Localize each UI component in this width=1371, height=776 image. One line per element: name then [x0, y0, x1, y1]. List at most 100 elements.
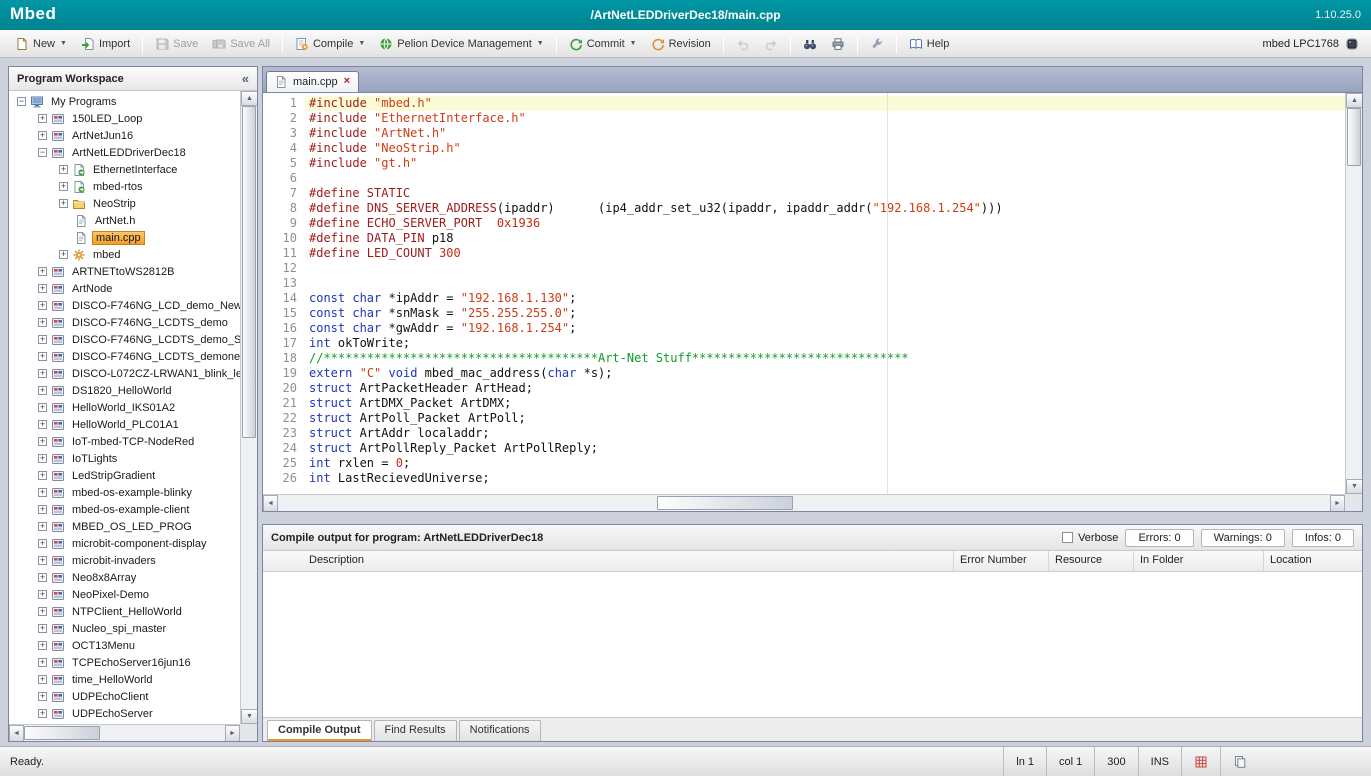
editor-tab-main-cpp[interactable]: main.cpp ×	[266, 71, 359, 92]
tab-find-results[interactable]: Find Results	[374, 720, 457, 741]
tree-item-ntpclient-helloworld[interactable]: +NTPClient_HelloWorld	[9, 603, 240, 620]
tree-toggle-expand-icon[interactable]: +	[59, 250, 68, 259]
help-button[interactable]: Help	[902, 33, 957, 55]
tree-toggle-expand-icon[interactable]: +	[38, 267, 47, 276]
find-button[interactable]	[796, 33, 824, 55]
tree-hscroll-track[interactable]	[24, 725, 225, 741]
compile-button[interactable]: Compile▼	[288, 33, 372, 55]
editor-vscroll-thumb[interactable]	[1347, 108, 1361, 166]
tree-item-oct13menu[interactable]: +OCT13Menu	[9, 637, 240, 654]
editor-vscroll-track[interactable]	[1346, 108, 1362, 479]
tree-toggle-expand-icon[interactable]: +	[38, 454, 47, 463]
tree-toggle-expand-icon[interactable]: +	[38, 709, 47, 718]
tree-item-helloworld-plc01a1[interactable]: +HelloWorld_PLC01A1	[9, 416, 240, 433]
tree-item-helloworld-iks01a2[interactable]: +HelloWorld_IKS01A2	[9, 399, 240, 416]
tree-toggle-expand-icon[interactable]: +	[38, 386, 47, 395]
tree-hscrollbar[interactable]: ◄ ►	[9, 724, 240, 741]
tree-toggle-expand-icon[interactable]: +	[38, 539, 47, 548]
tree-toggle-collapse-icon[interactable]: −	[38, 148, 47, 157]
tree-item-ledstripgradient[interactable]: +LedStripGradient	[9, 467, 240, 484]
tree-toggle-expand-icon[interactable]: +	[38, 335, 47, 344]
import-button[interactable]: Import	[74, 33, 137, 55]
tree-toggle-expand-icon[interactable]: +	[38, 624, 47, 633]
tree-item-neopixel-demo[interactable]: +NeoPixel-Demo	[9, 586, 240, 603]
format-button[interactable]	[863, 33, 891, 55]
tree-toggle-expand-icon[interactable]: +	[38, 131, 47, 140]
tree-toggle-expand-icon[interactable]: +	[38, 556, 47, 565]
tree-item-iot-mbed-tcp-nodered[interactable]: +IoT-mbed-TCP-NodeRed	[9, 433, 240, 450]
tree-toggle-expand-icon[interactable]: +	[38, 301, 47, 310]
tree-toggle-expand-icon[interactable]: +	[38, 573, 47, 582]
tree-item-disco-f746ng-lcdts-demo[interactable]: +DISCO-F746NG_LCDTS_demo	[9, 314, 240, 331]
tree-toggle-expand-icon[interactable]: +	[38, 403, 47, 412]
tree-hscroll-thumb[interactable]	[24, 726, 100, 740]
tree-item-microbit-invaders[interactable]: +microbit-invaders	[9, 552, 240, 569]
scroll-left-icon[interactable]: ◄	[263, 495, 278, 512]
scroll-right-icon[interactable]: ►	[225, 725, 240, 741]
tree-toggle-expand-icon[interactable]: +	[59, 182, 68, 191]
tree-toggle-expand-icon[interactable]: +	[38, 284, 47, 293]
tree-toggle-expand-icon[interactable]: +	[38, 607, 47, 616]
tree-item-mbed-os-led-prog[interactable]: +MBED_OS_LED_PROG	[9, 518, 240, 535]
tree-item-artnetleddriverdec18[interactable]: −ArtNetLEDDriverDec18	[9, 144, 240, 161]
tree-toggle-expand-icon[interactable]: +	[59, 165, 68, 174]
counter-infos-button[interactable]: Infos: 0	[1292, 529, 1354, 547]
tree-toggle-expand-icon[interactable]: +	[38, 522, 47, 531]
statusbar-doc-state[interactable]	[1220, 747, 1259, 776]
tree-item-ds1820-helloworld[interactable]: +DS1820_HelloWorld	[9, 382, 240, 399]
print-button[interactable]	[824, 33, 852, 55]
tree-item-artnettows2812b[interactable]: +ARTNETtoWS2812B	[9, 263, 240, 280]
tree-item-neo8x8array[interactable]: +Neo8x8Array	[9, 569, 240, 586]
scroll-up-icon[interactable]: ▲	[1346, 93, 1363, 108]
tree-vscrollbar[interactable]: ▲ ▼	[240, 91, 257, 724]
tree-item-150led-loop[interactable]: +150LED_Loop	[9, 110, 240, 127]
tree-toggle-expand-icon[interactable]: +	[59, 199, 68, 208]
tree-item-mbed-rtos[interactable]: +mbed-rtos	[9, 178, 240, 195]
tree-item-udpechoserver[interactable]: +UDPEchoServer	[9, 705, 240, 722]
counter-warnings-button[interactable]: Warnings: 0	[1201, 529, 1285, 547]
editor-vscrollbar[interactable]: ▲ ▼	[1345, 93, 1362, 494]
scroll-left-icon[interactable]: ◄	[9, 725, 24, 741]
pelion-button[interactable]: Pelion Device Management▼	[372, 33, 550, 55]
commit-button[interactable]: Commit▼	[562, 33, 644, 55]
tree-item-neostrip[interactable]: +NeoStrip	[9, 195, 240, 212]
tree-toggle-expand-icon[interactable]: +	[38, 590, 47, 599]
tree-item-udpechoclient[interactable]: +UDPEchoClient	[9, 688, 240, 705]
tree-toggle-expand-icon[interactable]: +	[38, 352, 47, 361]
tab-notifications[interactable]: Notifications	[459, 720, 541, 741]
editor-hscroll-thumb[interactable]	[657, 496, 794, 510]
tree-item-microbit-component-display[interactable]: +microbit-component-display	[9, 535, 240, 552]
tree-toggle-expand-icon[interactable]: +	[38, 675, 47, 684]
tree-item-nucleo-spi-master[interactable]: +Nucleo_spi_master	[9, 620, 240, 637]
editor-hscroll-track[interactable]	[278, 495, 1330, 511]
tree-toggle-expand-icon[interactable]: +	[38, 437, 47, 446]
counter-errors-button[interactable]: Errors: 0	[1125, 529, 1193, 547]
tree-vscroll-thumb[interactable]	[242, 106, 256, 438]
new-button[interactable]: New▼	[8, 33, 74, 55]
tab-compile-output[interactable]: Compile Output	[267, 720, 372, 741]
tree-toggle-expand-icon[interactable]: +	[38, 114, 47, 123]
tree-item-artnet-h[interactable]: ArtNet.h	[9, 212, 240, 229]
tree-item-artnode[interactable]: +ArtNode	[9, 280, 240, 297]
statusbar-selection-mode[interactable]	[1181, 747, 1220, 776]
tree-toggle-expand-icon[interactable]: +	[38, 369, 47, 378]
tree-item-mbed-os-example-client[interactable]: +mbed-os-example-client	[9, 501, 240, 518]
tree-toggle-expand-icon[interactable]: +	[38, 692, 47, 701]
tree-vscroll-track[interactable]	[241, 106, 257, 709]
editor-hscrollbar[interactable]: ◄ ►	[263, 494, 1345, 511]
scroll-up-icon[interactable]: ▲	[241, 91, 257, 106]
tree-toggle-expand-icon[interactable]: +	[38, 658, 47, 667]
tree-item-mbed-os-example-blinky[interactable]: +mbed-os-example-blinky	[9, 484, 240, 501]
tree-item-main-cpp[interactable]: main.cpp	[9, 229, 240, 246]
revision-button[interactable]: Revision	[644, 33, 718, 55]
tree-item-disco-f746ng-lcdts-demo-sep[interactable]: +DISCO-F746NG_LCDTS_demo_Sep	[9, 331, 240, 348]
close-tab-icon[interactable]: ×	[343, 76, 351, 87]
tree-toggle-expand-icon[interactable]: +	[38, 505, 47, 514]
tree-item-tcpechoserver16jun16[interactable]: +TCPEchoServer16jun16	[9, 654, 240, 671]
tree-item-time-helloworld[interactable]: +time_HelloWorld	[9, 671, 240, 688]
tree-item-mbed[interactable]: +mbed	[9, 246, 240, 263]
tree-item-disco-f746ng-lcdts-demonew[interactable]: +DISCO-F746NG_LCDTS_demonew	[9, 348, 240, 365]
tree-toggle-expand-icon[interactable]: +	[38, 641, 47, 650]
scroll-down-icon[interactable]: ▼	[241, 709, 257, 724]
scroll-down-icon[interactable]: ▼	[1346, 479, 1363, 494]
